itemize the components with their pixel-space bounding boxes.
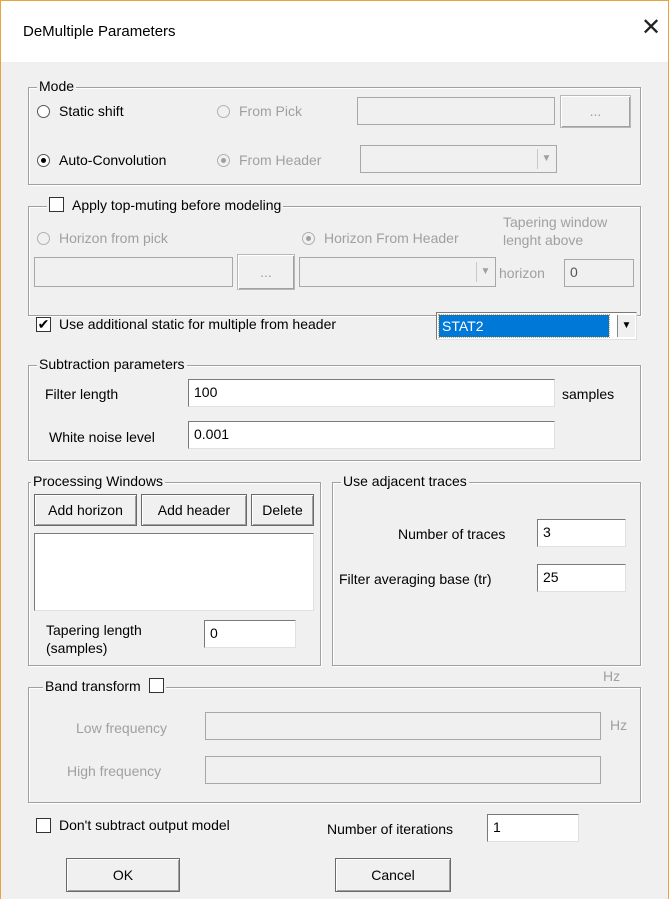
static-header-combo[interactable]: STAT2 ▼ [436, 312, 637, 340]
number-of-traces-label: Number of traces [398, 526, 506, 542]
horizon-from-header-label: Horizon From Header [324, 230, 459, 246]
hz-top-label: Hz [603, 668, 621, 684]
tapering-length-label-1: Tapering length [46, 622, 142, 638]
apply-muting-checkbox[interactable] [49, 197, 64, 212]
low-frequency-label: Low frequency [76, 720, 168, 736]
from-pick-label: From Pick [239, 103, 302, 119]
horizon-pick-input [34, 257, 233, 287]
tapering-window-input: 0 [564, 259, 634, 287]
hz-unit-label: Hz [610, 717, 628, 733]
horizon-header-combo: ▼ [299, 257, 496, 287]
iterations-label: Number of iterations [327, 821, 454, 837]
processing-windows-legend: Processing Windows [31, 473, 165, 489]
from-header-combo: ▼ [360, 145, 557, 173]
processing-windows-group: Processing Windows Add horizon Add heade… [28, 473, 321, 666]
filter-length-label: Filter length [45, 386, 119, 402]
tapering-length-label-2: (samples) [46, 640, 108, 656]
horizon-from-pick-label: Horizon from pick [59, 230, 168, 246]
static-shift-label: Static shift [59, 103, 124, 119]
horizon-from-header-radio [302, 232, 315, 245]
band-transform-checkbox[interactable] [148, 678, 164, 693]
from-header-label: From Header [239, 152, 322, 168]
top-muting-group: Apply top-muting before modeling Horizon… [28, 197, 641, 316]
ok-button[interactable]: OK [66, 858, 180, 892]
samples-unit-label: samples [562, 386, 615, 402]
number-of-traces-input[interactable]: 3 [537, 519, 626, 547]
window-title: DeMultiple Parameters [23, 23, 176, 40]
white-noise-label: White noise level [49, 429, 155, 445]
auto-convolution-label: Auto-Convolution [59, 152, 167, 168]
subtraction-group: Subtraction parameters Filter length 100… [28, 356, 641, 461]
add-header-button[interactable]: Add header [141, 494, 247, 526]
dont-subtract-checkbox[interactable] [36, 818, 51, 833]
from-pick-browse-button: ... [560, 95, 631, 128]
adjacent-traces-legend: Use adjacent traces [341, 473, 469, 489]
filter-averaging-label: Filter averaging base (tr) [339, 571, 492, 587]
cancel-button[interactable]: Cancel [335, 858, 451, 892]
close-icon[interactable]: ✕ [641, 16, 661, 40]
title-bar: DeMultiple Parameters ✕ [0, 0, 669, 62]
filter-length-input[interactable]: 100 [188, 379, 555, 407]
auto-convolution-radio[interactable] [37, 154, 50, 167]
mode-legend: Mode [37, 78, 77, 94]
from-header-radio [217, 154, 230, 167]
chevron-down-icon: ▼ [476, 262, 494, 282]
dont-subtract-label: Don't subtract output model [59, 817, 230, 833]
band-transform-group: Band transform Hz Low frequency Hz High … [28, 668, 641, 803]
apply-muting-legend: Apply top-muting before modeling [47, 197, 284, 213]
white-noise-input[interactable]: 0.001 [188, 421, 555, 449]
tapering-window-label-2: lenght above [503, 232, 584, 248]
horizon-pick-browse-button: ... [237, 254, 295, 290]
high-frequency-label: High frequency [67, 763, 162, 779]
add-horizon-button[interactable]: Add horizon [34, 494, 137, 526]
horizon-label: horizon [499, 265, 545, 281]
mode-group: Mode Static shift From Pick ... Auto-Con… [28, 78, 641, 185]
adjacent-traces-group: Use adjacent traces Number of traces 3 F… [332, 473, 641, 666]
apply-muting-label: Apply top-muting before modeling [72, 197, 282, 213]
processing-windows-list[interactable] [34, 533, 314, 611]
low-frequency-input [205, 712, 601, 740]
horizon-from-pick-radio [37, 232, 50, 245]
chevron-down-icon: ▼ [537, 149, 555, 169]
band-transform-label: Band transform [45, 678, 141, 694]
from-pick-input [357, 97, 555, 125]
subtraction-legend: Subtraction parameters [37, 356, 187, 372]
delete-button[interactable]: Delete [251, 494, 314, 526]
tapering-window-label-1: Tapering window [503, 214, 608, 230]
high-frequency-input [205, 756, 601, 784]
iterations-input[interactable]: 1 [487, 814, 579, 842]
band-transform-legend: Band transform [43, 678, 166, 694]
from-pick-radio [217, 105, 230, 118]
tapering-length-input[interactable]: 0 [204, 620, 296, 648]
dialog-body: Mode Static shift From Pick ... Auto-Con… [0, 62, 669, 899]
chevron-down-icon[interactable]: ▼ [617, 315, 635, 337]
additional-static-checkbox[interactable]: ✔ [36, 317, 51, 332]
filter-averaging-input[interactable]: 25 [537, 564, 626, 592]
static-header-selected: STAT2 [438, 314, 610, 338]
additional-static-label: Use additional static for multiple from … [59, 316, 337, 332]
static-shift-radio[interactable] [37, 105, 50, 118]
